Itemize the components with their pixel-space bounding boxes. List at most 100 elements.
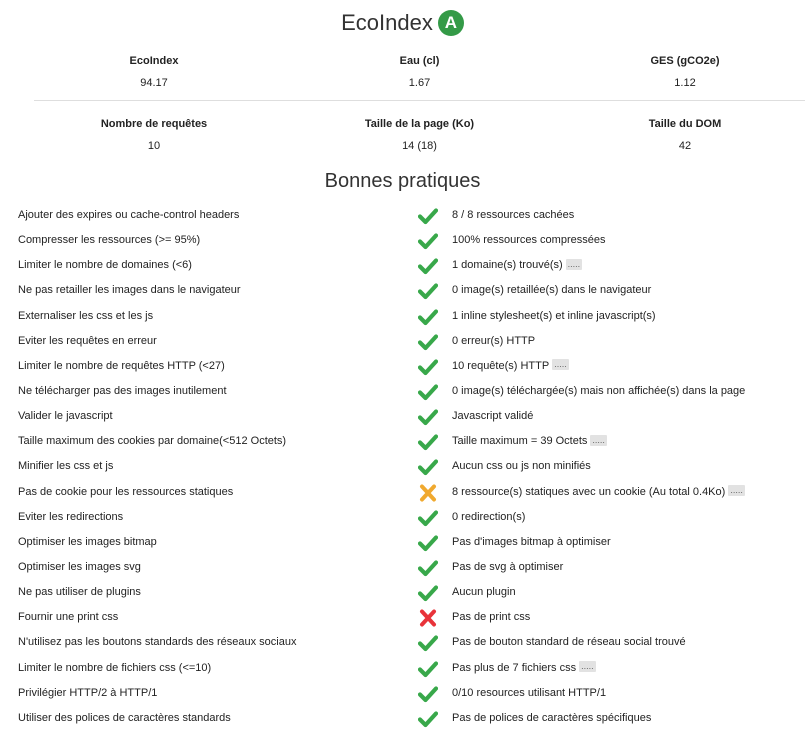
metric-label: Taille de la page (Ko): [364, 118, 475, 130]
check-icon: [417, 308, 439, 326]
practice-row: Privilégier HTTP/2 à HTTP/1 0/10 resource…: [0, 681, 805, 706]
metric-label: Nombre de requêtes: [100, 118, 208, 130]
practice-detail: 0 redirection(s): [452, 505, 525, 530]
practice-name: Taille maximum des cookies par domaine(<…: [18, 435, 287, 448]
practice-row: Limiter le nombre de requêtes HTTP (<27)…: [0, 354, 805, 379]
practice-detail: 0 image(s) téléchargée(s) mais non affic…: [452, 379, 745, 404]
metric-ecoindex: EcoIndex 94.17: [34, 53, 274, 100]
expand-details-button[interactable]: .....: [552, 359, 569, 371]
practice-row: Eviter les redirections 0 redirection(s): [0, 505, 805, 530]
practice-row: Optimiser les images svg Pas de svg à opt…: [0, 555, 805, 580]
practice-name: Ne pas retailler les images dans le navi…: [18, 284, 241, 297]
check-icon: [417, 559, 439, 577]
check-icon: [417, 710, 439, 728]
metric-value: 10: [147, 140, 161, 152]
practice-name: Fournir une print css: [18, 611, 119, 624]
practice-row: Eviter les requêtes en erreur 0 erreur(s)…: [0, 329, 805, 354]
practice-row: Limiter le nombre de domaines (<6) 1 doma…: [0, 253, 805, 278]
practice-detail: Pas d'images bitmap à optimiser: [452, 530, 611, 555]
practice-detail-text: Aucun plugin: [452, 586, 516, 599]
practice-detail-text: Pas de svg à optimiser: [452, 560, 564, 573]
practice-detail: 100% ressources compressées: [452, 228, 605, 253]
practice-detail-text: Pas de bouton standard de réseau social …: [452, 636, 686, 649]
practice-name: Valider le javascript: [18, 410, 113, 423]
practice-detail: 10 requête(s) HTTP.....: [452, 354, 569, 379]
practice-detail-text: 8 ressource(s) statiques avec un cookie …: [452, 485, 726, 498]
practice-detail: 0/10 resources utilisant HTTP/1: [452, 681, 606, 706]
practice-detail: Javascript validé: [452, 404, 533, 429]
practice-row: Ajouter des expires ou cache-control hea…: [0, 203, 805, 228]
practice-name: N'utilisez pas les boutons standards des…: [18, 636, 297, 649]
practice-name: Limiter le nombre de fichiers css (<=10): [18, 661, 212, 674]
practice-detail: 0 erreur(s) HTTP: [452, 329, 535, 354]
metric-label: Taille du DOM: [648, 118, 722, 130]
practice-detail-text: 10 requête(s) HTTP: [452, 359, 550, 372]
practice-detail-text: Taille maximum = 39 Octets: [452, 435, 588, 448]
metric-request-count: Nombre de requêtes 10: [34, 116, 274, 166]
practice-name: Eviter les requêtes en erreur: [18, 334, 157, 347]
practice-detail-text: 1 domaine(s) trouvé(s): [452, 259, 563, 272]
ecoindex-grade-badge: A: [437, 10, 464, 36]
practice-name: Compresser les ressources (>= 95%): [18, 234, 201, 247]
check-icon: [417, 458, 439, 476]
practice-detail-text: Pas plus de 7 fichiers css: [452, 661, 577, 674]
expand-details-button[interactable]: .....: [579, 661, 596, 673]
practice-name: Optimiser les images bitmap: [18, 535, 157, 548]
expand-details-button[interactable]: .....: [728, 485, 745, 497]
check-icon: [417, 282, 439, 300]
practice-detail-text: 0/10 resources utilisant HTTP/1: [452, 686, 607, 699]
practice-detail: 8 ressource(s) statiques avec un cookie …: [452, 480, 745, 505]
practice-detail: Taille maximum = 39 Octets.....: [452, 429, 607, 454]
metric-label: EcoIndex: [129, 55, 179, 67]
check-icon: [417, 383, 439, 401]
practice-name: Limiter le nombre de requêtes HTTP (<27): [18, 359, 225, 372]
metric-value: 42: [678, 140, 692, 152]
practice-detail-text: 0 image(s) retaillée(s) dans le navigate…: [452, 284, 652, 297]
practice-detail: 1 inline stylesheet(s) et inline javascr…: [452, 304, 656, 329]
metrics-row-secondary: Nombre de requêtes 10 Taille de la page …: [34, 116, 805, 166]
practice-name: Optimiser les images svg: [18, 560, 141, 573]
practice-detail-text: 0 redirection(s): [452, 510, 526, 523]
practice-name: Limiter le nombre de domaines (<6): [18, 259, 192, 272]
practice-detail-text: Aucun css ou js non minifiés: [452, 460, 591, 473]
metrics-row-primary: EcoIndex 94.17 Eau (cl) 1.67 GES (gCO2e)…: [34, 53, 805, 101]
check-icon: [417, 333, 439, 351]
practice-row: Ne pas utiliser de plugins Aucun plugin: [0, 580, 805, 605]
practice-detail-text: Pas d'images bitmap à optimiser: [452, 535, 611, 548]
check-icon: [417, 660, 439, 678]
best-practices-list: Ajouter des expires ou cache-control hea…: [0, 203, 805, 731]
error-cross-icon: [418, 609, 438, 627]
metric-page-size: Taille de la page (Ko) 14 (18): [300, 116, 540, 166]
practice-name: Minifier les css et js: [18, 460, 114, 473]
practice-detail-text: Pas de print css: [452, 611, 531, 624]
report-header: EcoIndex A: [0, 8, 805, 38]
practice-detail: 1 domaine(s) trouvé(s).....: [452, 253, 583, 278]
check-icon: [417, 207, 439, 225]
check-icon: [417, 257, 439, 275]
practice-detail-text: 100% ressources compressées: [452, 234, 606, 247]
check-icon: [417, 408, 439, 426]
best-practices-heading: Bonnes pratiques: [324, 170, 481, 192]
practice-name: Externaliser les css et les js: [18, 309, 154, 322]
practice-detail: 8 / 8 ressources cachées: [452, 203, 574, 228]
metric-label: GES (gCO2e): [650, 55, 720, 67]
warning-cross-icon: [418, 484, 438, 502]
practice-row: Compresser les ressources (>= 95%) 100% r…: [0, 228, 805, 253]
practice-row: Optimiser les images bitmap Pas d'images …: [0, 530, 805, 555]
practice-name: Utiliser des polices de caractères stand…: [18, 711, 231, 724]
practice-detail-text: Pas de polices de caractères spécifiques: [452, 711, 652, 724]
practice-detail: Pas plus de 7 fichiers css.....: [452, 656, 596, 681]
check-icon: [417, 534, 439, 552]
practice-row: Taille maximum des cookies par domaine(<…: [0, 429, 805, 454]
practice-name: Pas de cookie pour les ressources statiq…: [18, 485, 234, 498]
practice-name: Ajouter des expires ou cache-control hea…: [18, 209, 240, 221]
practice-detail: Pas de polices de caractères spécifiques: [452, 706, 651, 731]
practice-name: Privilégier HTTP/2 à HTTP/1: [18, 686, 158, 699]
expand-details-button[interactable]: .....: [590, 434, 607, 446]
practice-detail: Aucun css ou js non minifiés: [452, 454, 591, 479]
practice-row: Ne télécharger pas des images inutilemen…: [0, 379, 805, 404]
expand-details-button[interactable]: .....: [565, 258, 583, 270]
practice-row: Pas de cookie pour les ressources statiq…: [0, 480, 805, 505]
practice-detail: Pas de print css: [452, 605, 530, 630]
check-icon: [417, 433, 439, 451]
